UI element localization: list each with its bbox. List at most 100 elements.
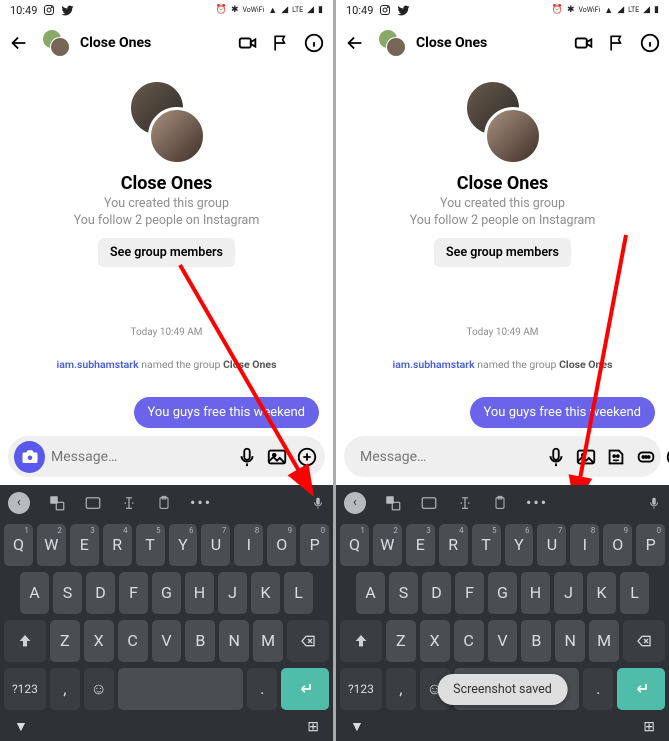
more-icon[interactable]: ••• [190,493,212,512]
clipboard-icon[interactable] [156,494,172,512]
message-bubble[interactable]: You guys free this weekend [470,397,656,428]
key-m[interactable]: M [589,620,619,662]
key-c[interactable]: C [454,620,484,662]
key-t[interactable]: T5 [472,524,501,566]
key-q[interactable]: Q1 [4,524,33,566]
key-b[interactable]: B [185,620,215,662]
mic-icon[interactable] [544,445,568,469]
sticker-icon[interactable] [604,445,628,469]
backspace-key[interactable] [623,620,665,662]
key-r[interactable]: R4 [439,524,468,566]
key-d[interactable]: D [86,572,115,614]
key-t[interactable]: T5 [136,524,165,566]
see-members-button[interactable]: See group members [98,238,235,267]
text-cursor-icon[interactable] [456,494,474,512]
period-key[interactable]: . [247,668,277,710]
key-j[interactable]: J [554,572,583,614]
group-avatar-small[interactable] [42,29,70,57]
key-x[interactable]: X [420,620,450,662]
key-k[interactable]: K [587,572,616,614]
key-g[interactable]: G [488,572,517,614]
chat-title[interactable]: Close Ones [416,35,487,51]
voice-input-icon[interactable] [647,494,661,512]
translate-icon[interactable] [48,494,66,512]
back-button[interactable] [344,32,368,54]
see-members-button[interactable]: See group members [434,238,571,267]
comma-key[interactable]: , [386,668,416,710]
key-n[interactable]: N [555,620,585,662]
enter-key[interactable] [617,668,665,710]
video-call-icon[interactable] [237,32,259,54]
key-i[interactable]: I8 [570,524,599,566]
key-e[interactable]: E3 [406,524,435,566]
group-avatar-small[interactable] [378,29,406,57]
key-j[interactable]: J [218,572,247,614]
gif-icon[interactable] [420,494,438,512]
video-call-icon[interactable] [573,32,595,54]
key-a[interactable]: A [356,572,385,614]
comma-key[interactable]: , [50,668,80,710]
gallery-icon[interactable] [574,445,598,469]
key-h[interactable]: H [185,572,214,614]
key-z[interactable]: Z [386,620,416,662]
key-i[interactable]: I8 [234,524,263,566]
mic-icon[interactable] [235,445,259,469]
key-y[interactable]: Y6 [505,524,534,566]
collapse-icon[interactable]: ‹ [344,492,366,514]
key-o[interactable]: O9 [267,524,296,566]
key-k[interactable]: K [251,572,280,614]
translate-icon[interactable] [384,494,402,512]
message-input[interactable] [51,449,229,465]
chat-title[interactable]: Close Ones [80,35,151,51]
key-s[interactable]: S [389,572,418,614]
key-v[interactable]: V [152,620,182,662]
key-m[interactable]: M [253,620,283,662]
text-cursor-icon[interactable] [120,494,138,512]
gif-icon[interactable] [84,494,102,512]
key-l[interactable]: L [284,572,313,614]
key-l[interactable]: L [620,572,649,614]
key-p[interactable]: P0 [636,524,665,566]
more-icon[interactable]: ••• [526,493,548,512]
enter-key[interactable] [281,668,329,710]
emoji-key[interactable]: ☺ [84,668,114,710]
key-p[interactable]: P0 [300,524,329,566]
key-z[interactable]: Z [50,620,80,662]
camera-button[interactable] [14,441,45,473]
key-r[interactable]: R4 [103,524,132,566]
key-f[interactable]: F [455,572,484,614]
plus-icon[interactable] [295,445,319,469]
key-h[interactable]: H [521,572,550,614]
key-q[interactable]: Q1 [340,524,369,566]
key-e[interactable]: E3 [70,524,99,566]
key-n[interactable]: N [219,620,249,662]
key-c[interactable]: C [118,620,148,662]
flag-icon[interactable] [271,33,291,53]
backspace-key[interactable] [287,620,329,662]
key-s[interactable]: S [53,572,82,614]
message-bubble[interactable]: You guys free this weekend [134,397,320,428]
key-w[interactable]: W2 [37,524,66,566]
keyboard-switch-icon[interactable]: ⊞ [307,719,319,735]
key-g[interactable]: G [152,572,181,614]
shift-key[interactable] [4,620,46,662]
info-icon[interactable] [303,32,325,54]
system-username[interactable]: iam.subhamstark [392,358,474,371]
shift-key[interactable] [340,620,382,662]
collapse-icon[interactable]: ‹ [8,492,30,514]
key-b[interactable]: B [521,620,551,662]
voice-input-icon[interactable] [311,494,325,512]
key-f[interactable]: F [119,572,148,614]
key-x[interactable]: X [84,620,114,662]
key-u[interactable]: U7 [201,524,230,566]
key-o[interactable]: O9 [603,524,632,566]
flag-icon[interactable] [607,33,627,53]
symbols-key[interactable]: ?123 [340,668,382,710]
message-input[interactable] [350,449,538,465]
system-username[interactable]: iam.subhamstark [56,358,138,371]
key-y[interactable]: Y6 [169,524,198,566]
nav-down-icon[interactable]: ▼ [350,718,364,735]
key-w[interactable]: W2 [373,524,402,566]
space-key[interactable] [118,668,244,710]
key-a[interactable]: A [20,572,49,614]
